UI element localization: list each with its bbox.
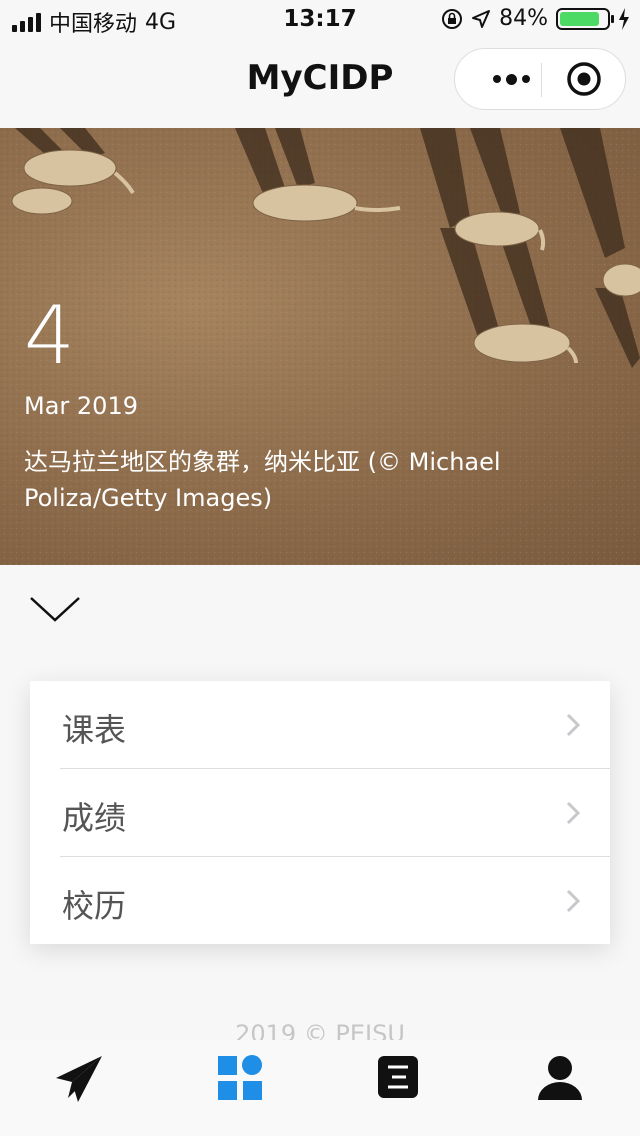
- tab-bar: [0, 1040, 640, 1136]
- rotation-lock-icon: [442, 8, 463, 29]
- menu-card: 课表 成绩 校历: [30, 681, 610, 944]
- menu-item-calendar[interactable]: 校历: [30, 857, 610, 945]
- document-icon[interactable]: [368, 1048, 428, 1108]
- chevron-right-icon: [566, 801, 580, 825]
- menu-item-schedule[interactable]: 课表: [30, 681, 610, 769]
- charging-icon: [619, 7, 629, 30]
- location-icon: [472, 9, 491, 28]
- chevron-right-icon: [566, 713, 580, 737]
- grid-icon[interactable]: [210, 1048, 270, 1108]
- capsule-divider: [541, 63, 542, 97]
- more-options-icon[interactable]: [481, 49, 541, 109]
- hero-month-year: Mar 2019: [24, 392, 138, 420]
- chevron-right-icon: [566, 889, 580, 913]
- status-bar: 中国移动 4G 13:17 84%: [0, 0, 640, 40]
- menu-item-label: 校历: [62, 887, 127, 925]
- battery-fill: [560, 11, 599, 26]
- hero-image: 4 Mar 2019 达马拉兰地区的象群，纳米比亚 (© Michael Pol…: [0, 128, 640, 565]
- user-icon[interactable]: [530, 1048, 590, 1108]
- chevron-down-icon[interactable]: [28, 590, 82, 626]
- menu-item-label: 课表: [62, 711, 127, 749]
- hero-day: 4: [24, 289, 75, 382]
- battery-percent: 84%: [499, 6, 548, 31]
- mini-program-capsule: [454, 48, 626, 110]
- status-right: 84%: [441, 6, 630, 31]
- menu-item-label: 成绩: [62, 799, 127, 837]
- hero-caption: 达马拉兰地区的象群，纳米比亚 (© Michael Poliza/Getty I…: [24, 448, 501, 512]
- navigation-bar: MyCIDP: [0, 40, 640, 128]
- close-target-icon[interactable]: [567, 62, 601, 96]
- battery-icon: [556, 7, 614, 30]
- menu-item-grades[interactable]: 成绩: [30, 769, 610, 857]
- paper-plane-icon[interactable]: [50, 1048, 110, 1108]
